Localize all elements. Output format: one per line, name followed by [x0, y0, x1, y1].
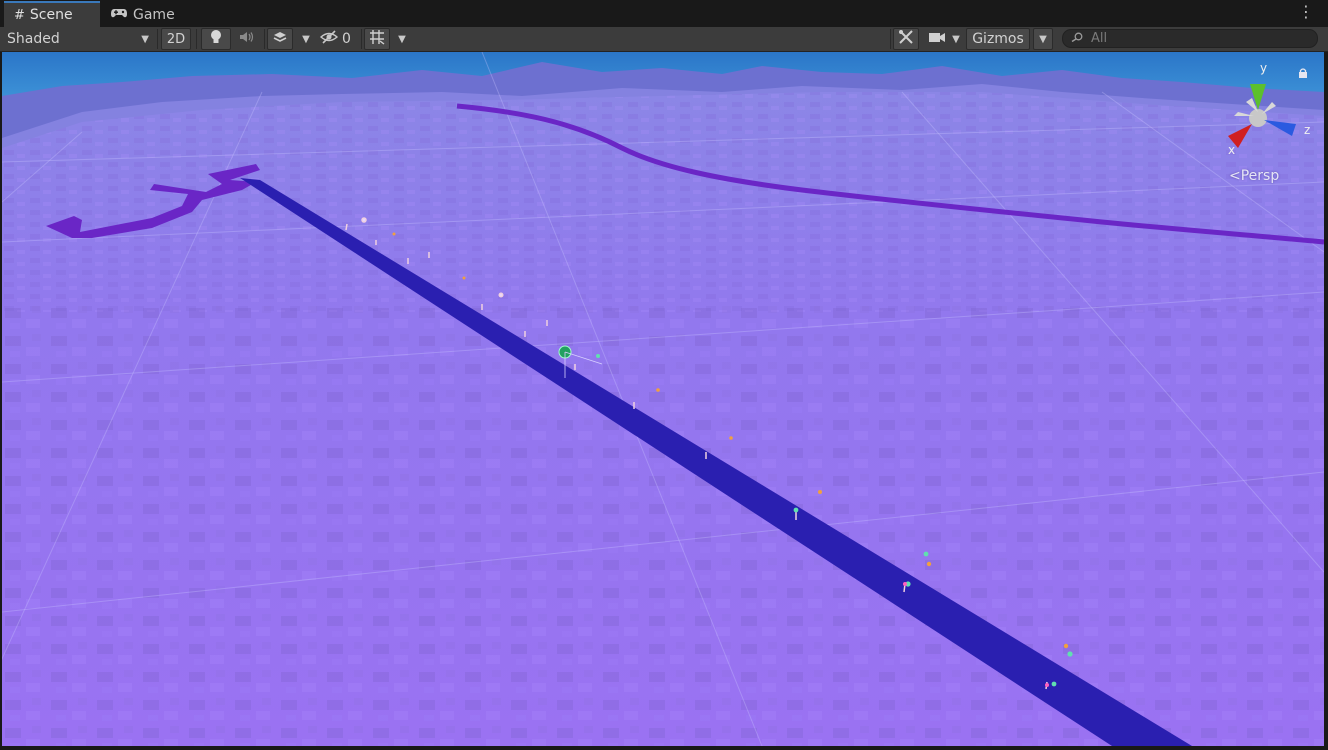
chevron-left-icon: < [1229, 168, 1241, 184]
divider [264, 29, 265, 49]
scene-viewport[interactable]: y z x <Persp [2, 52, 1324, 746]
2d-toggle-button[interactable]: 2D [161, 28, 191, 50]
chevron-down-icon: ▼ [141, 33, 149, 45]
grid-snap-button[interactable] [364, 28, 390, 50]
more-options-icon[interactable]: ⋮ [1298, 4, 1314, 20]
search-icon [1071, 31, 1083, 46]
divider [890, 29, 891, 49]
projection-label: Persp [1240, 168, 1280, 184]
grid-snap-dropdown[interactable]: ▼ [392, 28, 412, 50]
tab-game[interactable]: Game [100, 2, 186, 27]
camera-icon [928, 31, 946, 47]
lightbulb-icon [210, 29, 222, 49]
gizmos-toggle-button[interactable]: Gizmos [966, 28, 1030, 50]
lock-icon[interactable] [1298, 68, 1308, 81]
chevron-down-icon: ▼ [302, 33, 310, 45]
tab-scene-label: Scene [29, 7, 73, 23]
axis-x-label: x [1228, 143, 1235, 157]
search-field[interactable] [1062, 29, 1318, 48]
divider [196, 29, 197, 49]
grid-snap-icon [369, 29, 385, 49]
scene-toolbar: Shaded ▼ 2D ▼ 0 ▼ ▼ Gizmos ▼ All [0, 27, 1328, 52]
shading-mode-value: Shaded [7, 31, 60, 47]
window-tab-bar: # Scene Game ⋮ [0, 0, 1328, 27]
camera-dropdown[interactable]: ▼ [948, 28, 964, 50]
chevron-down-icon: ▼ [1039, 33, 1047, 45]
gamepad-icon [110, 7, 128, 23]
grid-icon: # [14, 7, 25, 23]
tab-game-label: Game [133, 6, 175, 23]
chevron-down-icon: ▼ [398, 33, 406, 45]
layers-icon [272, 30, 288, 48]
divider [157, 29, 158, 49]
hidden-objects-count: 0 [342, 31, 351, 47]
effects-dropdown[interactable]: ▼ [296, 28, 316, 50]
audio-toggle-button[interactable] [233, 28, 261, 50]
divider [361, 29, 362, 49]
2d-toggle-label: 2D [166, 31, 186, 47]
scene-visibility-toggle[interactable]: 0 [319, 28, 358, 50]
eye-slash-icon [319, 30, 339, 48]
projection-toggle[interactable]: <Persp [1229, 168, 1279, 184]
shading-mode-dropdown[interactable]: Shaded ▼ [2, 28, 154, 50]
axis-z-label: z [1304, 123, 1310, 137]
gizmos-label: Gizmos [972, 31, 1024, 47]
tab-scene[interactable]: # Scene [4, 1, 100, 27]
effects-button[interactable] [267, 28, 293, 50]
camera-settings-button[interactable] [925, 28, 949, 50]
axis-y-label: y [1260, 61, 1267, 75]
speaker-icon [239, 31, 255, 47]
scene-render: y z x [2, 52, 1324, 746]
search-input[interactable] [1089, 30, 1293, 47]
lighting-toggle-button[interactable] [201, 28, 231, 50]
chevron-down-icon: ▼ [952, 33, 960, 45]
gizmos-dropdown[interactable]: ▼ [1033, 28, 1053, 50]
tools-button[interactable] [893, 28, 919, 50]
tools-icon [898, 29, 914, 49]
